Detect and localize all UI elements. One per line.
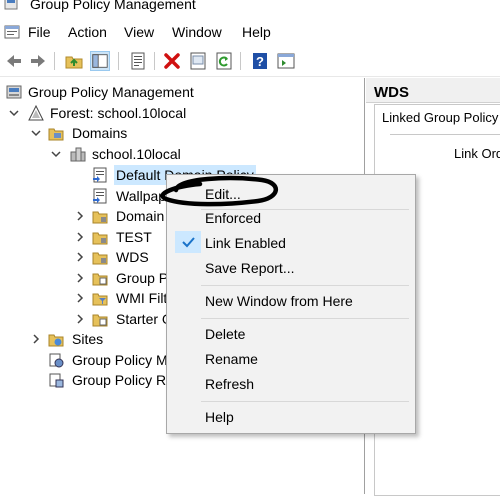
chevron-right-icon[interactable] — [74, 309, 86, 329]
svg-text:?: ? — [256, 54, 264, 69]
toolbar-separator — [54, 52, 55, 70]
chevron-right-icon[interactable] — [74, 268, 86, 288]
menu-item-enforced[interactable]: Enforced — [205, 210, 261, 226]
toolbar-separator — [118, 52, 119, 70]
details-header: WDS — [366, 78, 500, 103]
tree-label: TEST — [116, 229, 152, 245]
menu-bar: File Action View Window Help — [0, 20, 500, 44]
sites-icon — [48, 334, 64, 347]
menu-item-delete[interactable]: Delete — [205, 326, 245, 342]
chevron-right-icon[interactable] — [74, 206, 86, 226]
chevron-right-icon[interactable] — [74, 227, 86, 247]
up-folder-icon[interactable] — [64, 51, 84, 71]
link-enabled-check — [175, 231, 201, 253]
gp-results-icon — [49, 373, 64, 388]
menu-item-link-enabled[interactable]: Link Enabled — [205, 235, 286, 251]
gpo-link-icon — [93, 188, 107, 204]
tree-label: Group P — [116, 270, 169, 286]
tree-label: Group Policy Re — [72, 372, 174, 388]
tree-label: WMI Filt — [116, 290, 168, 306]
menu-item-rename[interactable]: Rename — [205, 351, 258, 367]
menu-file[interactable]: File — [28, 24, 51, 40]
domain-icon — [70, 147, 86, 162]
toolbar-separator — [154, 52, 155, 70]
details-title: WDS — [374, 84, 409, 101]
menu-window[interactable]: Window — [172, 24, 222, 40]
forward-arrow-icon[interactable] — [28, 51, 48, 71]
gpm-app-icon — [4, 0, 18, 10]
show-hide-tree-icon — [92, 54, 108, 68]
back-arrow-icon[interactable] — [4, 51, 24, 71]
console-view-icon[interactable] — [276, 51, 296, 71]
chevron-right-icon[interactable] — [74, 247, 86, 267]
show-hide-tree-button[interactable] — [90, 51, 110, 71]
export-list-icon[interactable] — [188, 51, 208, 71]
refresh-icon[interactable] — [214, 51, 234, 71]
chevron-down-icon[interactable] — [8, 103, 20, 123]
menu-item-save-report[interactable]: Save Report... — [205, 260, 295, 276]
tree-label: Domains — [72, 125, 128, 141]
tree-label: Starter G — [116, 311, 173, 327]
tree-label: Sites — [72, 331, 104, 347]
tree-item-domains[interactable]: Domains — [0, 123, 360, 143]
menu-item-edit[interactable]: Edit... — [205, 186, 241, 202]
window-title: Group Policy Management — [30, 0, 196, 12]
title-bar: Group Policy Management — [0, 0, 500, 16]
tree-label: Forest: school.10local — [50, 105, 187, 121]
tree-item-forest[interactable]: Forest: school.10local — [0, 103, 360, 123]
chevron-right-icon[interactable] — [30, 329, 42, 349]
tree-item-domain[interactable]: school.10local — [0, 144, 360, 164]
starter-gpo-icon — [92, 314, 108, 327]
wmi-filter-icon — [92, 293, 108, 306]
chevron-down-icon[interactable] — [30, 123, 42, 143]
help-icon[interactable]: ? — [250, 51, 270, 71]
menu-item-help[interactable]: Help — [205, 409, 234, 425]
ou-folder-icon — [92, 252, 108, 265]
chevron-down-icon[interactable] — [50, 144, 62, 164]
menu-separator — [201, 318, 409, 319]
toolbar: ? — [0, 46, 500, 77]
domains-folder-icon — [48, 128, 64, 141]
delete-icon[interactable] — [162, 51, 182, 71]
ou-folder-icon — [92, 211, 108, 224]
tree-item-root[interactable]: Group Policy Management — [0, 82, 360, 102]
tree-label: Wallpap — [116, 188, 167, 204]
menu-action[interactable]: Action — [68, 24, 107, 40]
tree-label: Group Policy Management — [28, 84, 194, 100]
menu-item-new-window[interactable]: New Window from Here — [205, 293, 353, 309]
gpm-root-icon — [6, 85, 22, 99]
tree-label: Domain — [116, 208, 165, 224]
context-menu: Edit... Enforced Link Enabled Save Repor… — [166, 174, 416, 434]
chevron-right-icon[interactable] — [74, 288, 86, 308]
ou-folder-icon — [92, 232, 108, 245]
toolbar-separator — [240, 52, 241, 70]
menu-help[interactable]: Help — [242, 24, 271, 40]
tree-label: Group Policy M — [72, 352, 168, 368]
menu-separator — [201, 285, 409, 286]
gpo-folder-icon — [92, 273, 108, 286]
forest-icon — [28, 105, 44, 121]
console-icon[interactable] — [4, 24, 20, 40]
gpo-link-icon — [93, 167, 107, 183]
menu-item-refresh[interactable]: Refresh — [205, 376, 254, 392]
properties-icon[interactable] — [128, 51, 148, 71]
tab-linked-gpos[interactable]: Linked Group Policy O — [382, 110, 500, 125]
tree-label: school.10local — [92, 146, 181, 162]
menu-view[interactable]: View — [124, 24, 154, 40]
checkmark-icon — [182, 237, 195, 248]
tree-label: WDS — [116, 249, 149, 265]
gp-modeling-icon — [49, 353, 64, 368]
menu-separator — [201, 401, 409, 402]
column-link-order[interactable]: Link Ord — [454, 146, 500, 161]
